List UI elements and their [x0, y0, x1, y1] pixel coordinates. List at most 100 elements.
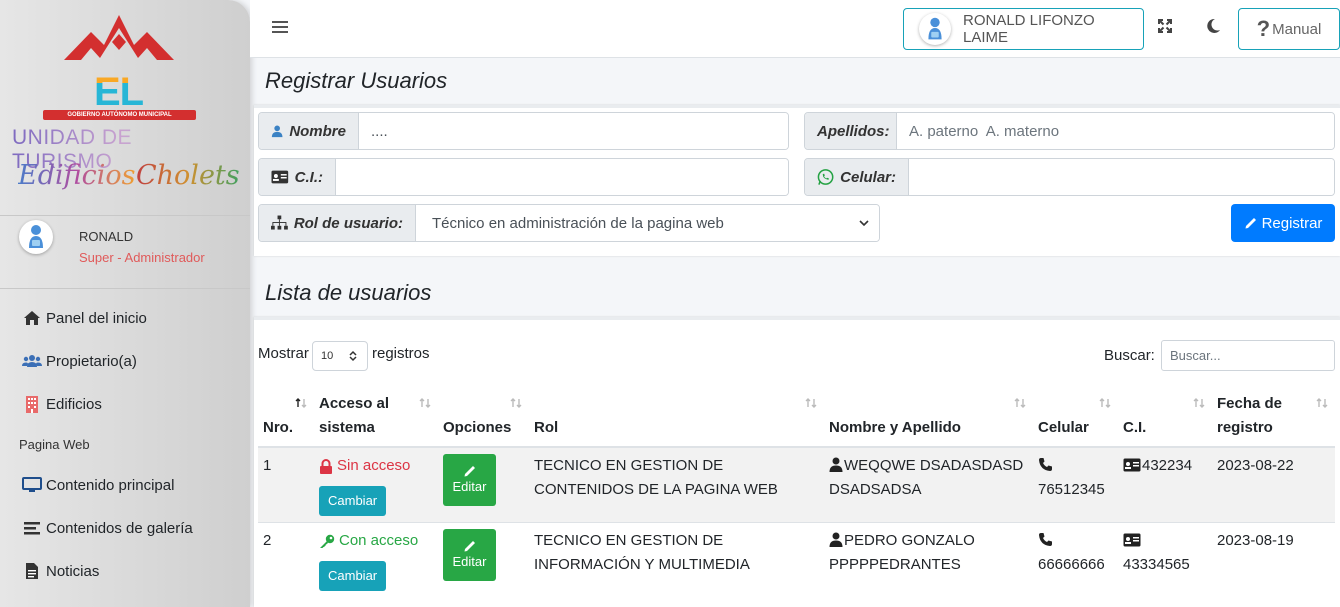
sidebar-item-noticias[interactable]: Noticias [22, 559, 99, 583]
sidebar-user-name: RONALD [79, 229, 134, 244]
apellidos-input[interactable] [897, 113, 1334, 149]
column-header-acceso[interactable]: Acceso al sistema [314, 386, 438, 448]
building-icon [22, 395, 42, 413]
rol-select[interactable]: Técnico en administración de la pagina w… [416, 205, 879, 241]
user-list-title: Lista de usuarios [265, 280, 432, 305]
sidebar-item-edificios[interactable]: Edificios [22, 392, 102, 416]
users-table: Nro. Acceso al sistema Opciones Rol Nomb… [258, 386, 1335, 597]
document-icon [22, 562, 42, 580]
brand-logo-area[interactable]: EL ALTO GOBIERNO AUTÓNOMO MUNICIPAL UNID… [0, 0, 250, 216]
table-row: 2 Con acceso Cambiar Editar TECNICO EN G… [258, 522, 1335, 597]
city-logo-subtitle: GOBIERNO AUTÓNOMO MUNICIPAL [43, 110, 196, 120]
key-icon [320, 534, 335, 548]
column-header-ci[interactable]: C.I. [1118, 386, 1212, 448]
sidebar-item-contenidos-galeria[interactable]: Contenidos de galería [22, 516, 193, 540]
column-header-celular[interactable]: Celular [1033, 386, 1118, 448]
ci-label: C.I.: [259, 159, 336, 195]
users-icon [22, 352, 42, 370]
id-card-icon [1123, 458, 1141, 472]
cell-fecha: 2023-08-22 [1212, 446, 1335, 523]
user-avatar-icon [29, 225, 43, 248]
nombre-field-group: Nombre [258, 112, 789, 150]
ci-input[interactable] [336, 159, 788, 195]
user-icon [829, 457, 843, 472]
sidebar-user-panel: RONALD Super - Administrador [0, 217, 250, 289]
nombre-input[interactable] [359, 113, 788, 149]
apellidos-field-group: Apellidos: [804, 112, 1335, 150]
id-card-icon [1123, 533, 1141, 547]
celular-field-group: Celular: [804, 158, 1335, 196]
page-length-select[interactable]: 10 [312, 341, 368, 371]
user-icon [271, 125, 283, 138]
change-access-button[interactable]: Cambiar [319, 486, 387, 516]
sidebar-item-label: Panel del inicio [46, 309, 147, 327]
apellidos-label: Apellidos: [805, 113, 897, 149]
fullscreen-icon[interactable] [1157, 18, 1177, 38]
cell-rol: TECNICO EN GESTION DE INFORMACIÓN Y MULT… [529, 522, 824, 597]
cell-ci: 43334565 [1118, 522, 1212, 597]
question-icon: ? [1256, 16, 1271, 41]
dark-mode-moon-icon[interactable] [1205, 18, 1225, 38]
column-header-rol[interactable]: Rol [529, 386, 824, 448]
search-label: Buscar: [1104, 347, 1155, 364]
pencil-icon [464, 541, 475, 552]
sidebar-item-contenido-principal[interactable]: Contenido principal [22, 473, 174, 497]
register-button[interactable]: Registrar [1231, 204, 1335, 242]
nombre-label: Nombre [259, 113, 359, 149]
municipal-logo-icon [64, 15, 174, 60]
script-title-left: Edificios [18, 160, 136, 191]
cell-rol: TECNICO EN GESTION DE CONTENIDOS DE LA P… [529, 446, 824, 523]
cell-nombre: WEQQWE DSADASDASD DSADSADSA [824, 446, 1033, 523]
desktop-icon [22, 476, 42, 494]
sidebar-item-propietario[interactable]: Propietario(a) [22, 349, 137, 373]
column-header-nro[interactable]: Nro. [258, 386, 314, 448]
sidebar-item-panel-inicio[interactable]: Panel del inicio [22, 306, 147, 330]
user-icon [829, 532, 843, 547]
show-entries-label: Mostrar [258, 345, 309, 362]
phone-icon [1039, 533, 1052, 546]
sidebar-item-label: Edificios [46, 395, 102, 413]
avatar[interactable] [19, 220, 53, 254]
cell-acceso: Con acceso Cambiar [314, 522, 438, 597]
access-status: Con acceso [319, 529, 432, 553]
change-access-button[interactable]: Cambiar [319, 561, 387, 591]
cell-nro: 1 [258, 446, 314, 523]
rol-label: Rol de usuario: [259, 205, 416, 241]
cell-ci: 432234 [1118, 446, 1212, 523]
cell-acceso: Sin acceso Cambiar [314, 446, 438, 523]
records-label: registros [372, 345, 430, 362]
id-card-icon [271, 170, 289, 184]
sitemap-icon [271, 215, 288, 230]
pencil-icon [1245, 218, 1256, 229]
user-menu-button[interactable]: RONALD LIFONZO LAIME [903, 8, 1144, 50]
manual-button[interactable]: ? Manual [1238, 8, 1340, 50]
column-header-opciones[interactable]: Opciones [438, 386, 529, 448]
access-status: Sin acceso [319, 454, 432, 478]
cell-opciones: Editar [438, 522, 529, 597]
celular-label: Celular: [805, 159, 909, 195]
sidebar-item-label: Contenidos de galería [46, 519, 193, 537]
sort-icon [1014, 398, 1026, 408]
celular-input[interactable] [909, 159, 1334, 195]
sidebar: EL ALTO GOBIERNO AUTÓNOMO MUNICIPAL UNID… [0, 0, 250, 607]
sort-asc-icon [295, 398, 307, 408]
user-menu-label: RONALD LIFONZO LAIME [963, 12, 1095, 46]
edit-button[interactable]: Editar [443, 529, 496, 581]
home-icon [22, 309, 42, 327]
cell-opciones: Editar [438, 446, 529, 523]
city-logo-text: EL ALTO [41, 72, 196, 152]
search-input[interactable] [1161, 340, 1335, 371]
column-header-nombre[interactable]: Nombre y Apellido [824, 386, 1033, 448]
hamburger-menu-icon[interactable] [272, 19, 288, 35]
column-header-fecha[interactable]: Fecha de registro [1212, 386, 1335, 448]
sidebar-item-label: Propietario(a) [46, 352, 137, 370]
sidebar-user-role: Super - Administrador [79, 250, 205, 265]
select-arrows-icon [349, 350, 357, 362]
phone-icon [1039, 458, 1052, 471]
list-icon [22, 519, 42, 537]
ci-field-group: C.I.: [258, 158, 789, 196]
manual-label: Manual [1272, 20, 1322, 38]
sort-icon [805, 398, 817, 408]
edit-button[interactable]: Editar [443, 454, 496, 506]
lock-icon [320, 458, 332, 474]
